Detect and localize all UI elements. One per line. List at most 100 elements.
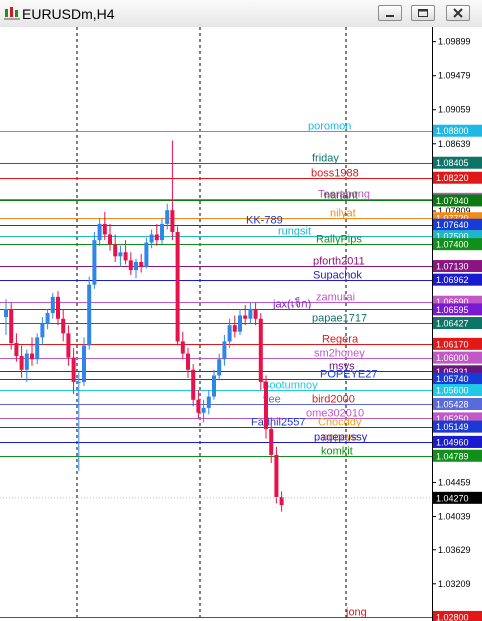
candle-body [9, 309, 14, 344]
candle-body [144, 242, 149, 267]
chart-canvas[interactable]: 1.098991.094791.090591.086391.082191.078… [0, 27, 482, 621]
level-label: bird2000 [312, 394, 355, 406]
level-label: friday [312, 153, 339, 165]
candle-body [222, 341, 227, 360]
candle-body [243, 315, 248, 319]
price-box-label: 1.07400 [436, 240, 469, 250]
candle-body [248, 309, 253, 319]
minimize-button[interactable] [378, 5, 402, 21]
maximize-icon [418, 9, 428, 17]
axis-tick-label: 1.03209 [438, 579, 471, 589]
candle-body [24, 353, 29, 370]
candle-body [50, 296, 55, 314]
chart-window-icon [4, 7, 20, 20]
price-box-label: 1.04789 [436, 451, 469, 461]
candle-body [123, 252, 128, 261]
candle-body [56, 296, 60, 319]
minimize-icon [386, 15, 394, 17]
price-box-label: 1.06170 [436, 339, 469, 349]
candle-body [269, 428, 274, 455]
candle-body [139, 262, 144, 267]
candle-body [196, 399, 201, 413]
price-box-label: 1.08220 [436, 173, 469, 183]
level-label: zamurai [316, 292, 355, 304]
candle-body [92, 240, 97, 285]
close-icon [453, 8, 463, 18]
candle-body [108, 234, 112, 245]
candle-body [14, 343, 19, 357]
candle-body [264, 381, 268, 429]
chart-window: EURUSDm,H4 1.09899 1.09479 1.09059 1.08639 1… [0, 0, 482, 621]
candle-body [232, 325, 237, 332]
level-label: POPEYE27 [320, 369, 377, 381]
candle-body [154, 234, 159, 241]
level-label: Supachok [313, 270, 362, 282]
candle-body [149, 234, 154, 243]
candle-body [4, 309, 8, 318]
level-label: sm2honey [314, 348, 365, 360]
candle-body [76, 381, 81, 383]
candle-body [201, 407, 206, 413]
candle-body [113, 244, 118, 257]
level-label: poromon [308, 121, 351, 133]
candle-body [170, 210, 175, 233]
level-label: nilyat [330, 208, 356, 220]
axis-tick-label: 1.03629 [438, 545, 471, 555]
price-box-label: 1.04960 [436, 437, 469, 447]
level-label: Chocddy [318, 417, 362, 429]
candle-body [165, 210, 170, 224]
current-price-label: 1.04270 [436, 493, 469, 503]
title-bar[interactable]: EURUSDm,H4 [0, 0, 482, 28]
level-label: papae1717 [312, 313, 367, 325]
price-box-label: 1.05600 [436, 386, 469, 396]
level-label: pagepussy [314, 432, 368, 444]
level-label: Fadhil2557 [251, 417, 305, 429]
price-box-label: 1.08405 [436, 158, 469, 168]
candle-body [217, 359, 222, 376]
level-label: RallyPips [316, 234, 362, 246]
axis-tick-label: 1.04459 [438, 478, 471, 488]
candle-body [186, 353, 190, 370]
price-box-label: 1.06000 [436, 353, 469, 363]
price-box-label: 1.05740 [436, 374, 469, 384]
candle-body [160, 223, 164, 241]
candle-body [87, 284, 92, 346]
axis-tick-label: 1.09479 [438, 71, 471, 81]
candle-body [30, 353, 34, 360]
candle-body [253, 309, 258, 319]
candle-body [180, 341, 185, 354]
level-label: rungsit [278, 226, 311, 238]
price-box-label: 1.06427 [436, 319, 469, 329]
candle-body [35, 337, 40, 360]
candle-body [212, 375, 216, 397]
candle-body [61, 318, 66, 334]
level-label: jong [345, 607, 367, 619]
price-box-label: 1.07940 [436, 196, 469, 206]
level-label: Bootumnoy [262, 380, 318, 392]
axis-tick-label: 1.08639 [438, 139, 471, 149]
candle-body [258, 318, 263, 382]
window-title: EURUSDm,H4 [22, 6, 115, 22]
price-box-label: 1.06962 [436, 275, 469, 285]
axis-tick-label: 1.09899 [438, 37, 471, 47]
axis-tick-label: 1.04039 [438, 512, 471, 522]
maximize-button[interactable] [411, 5, 435, 21]
price-box-label: 1.05428 [436, 399, 469, 409]
candle-body [274, 454, 279, 498]
candle-body [118, 252, 123, 257]
price-box-label: 1.07640 [436, 220, 469, 230]
price-chart[interactable]: 1.098991.094791.090591.086391.082191.078… [0, 27, 482, 621]
level-label: jax(เจ็ก) [272, 297, 311, 311]
candle-body [191, 369, 196, 400]
price-box-label: 1.05149 [436, 422, 469, 432]
candle-body [238, 315, 242, 332]
candle-body [66, 333, 71, 358]
candle-body [40, 323, 45, 338]
price-box-label: 1.07130 [436, 262, 469, 272]
candle-body [206, 396, 211, 408]
level-label: komkit [321, 446, 353, 458]
candle-body [102, 223, 107, 235]
close-button[interactable] [446, 5, 470, 21]
candle-body [175, 232, 180, 342]
candle-body [97, 223, 102, 241]
